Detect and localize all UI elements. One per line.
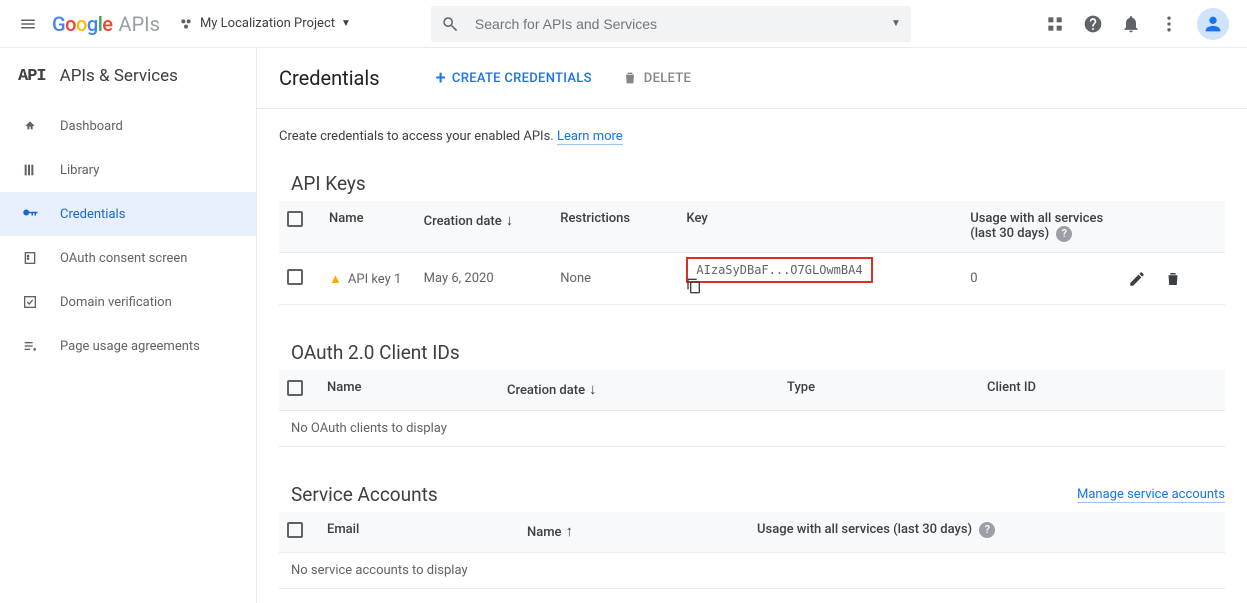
main: Credentials + CREATE CREDENTIALS DELETE … (257, 48, 1247, 603)
gift-icon[interactable] (1045, 14, 1065, 34)
cell-creation: May 6, 2020 (416, 253, 553, 305)
search-dropdown-icon[interactable]: ▼ (891, 18, 901, 29)
sidebar-item-agreements[interactable]: Page usage agreements (0, 324, 256, 368)
google-apis-logo: Google APIs (52, 12, 160, 36)
select-all-checkbox[interactable] (287, 211, 303, 227)
cell-restrictions: None (552, 253, 678, 305)
delete-button[interactable]: DELETE (622, 70, 691, 86)
search-input[interactable] (475, 16, 891, 32)
chevron-down-icon: ▼ (341, 18, 351, 29)
col-creation[interactable]: Creation date↓ (416, 201, 553, 253)
content: Create credentials to access your enable… (257, 109, 1247, 603)
help-circle-icon[interactable]: ? (979, 522, 995, 538)
api-key-value: AIzaSyDBaF...O7GLOwmBA4 (686, 257, 872, 283)
col-creation[interactable]: Creation date↓ (499, 370, 779, 411)
sidebar-item-dashboard[interactable]: Dashboard (0, 104, 256, 148)
avatar[interactable] (1197, 8, 1229, 40)
manage-service-accounts-link[interactable]: Manage service accounts (1077, 487, 1225, 503)
col-usage[interactable]: Usage with all services (last 30 days) ? (962, 201, 1120, 253)
page-title: Credentials (279, 66, 380, 90)
edit-icon[interactable] (1128, 270, 1146, 288)
sort-down-icon: ↓ (589, 380, 597, 398)
service-accounts-section: Service Accounts Manage service accounts… (279, 483, 1225, 589)
learn-more-link[interactable]: Learn more (557, 129, 623, 145)
cell-key: AIzaSyDBaF...O7GLOwmBA4 (678, 253, 962, 305)
col-name[interactable]: Name (321, 201, 416, 253)
more-vert-icon[interactable] (1159, 14, 1179, 34)
col-key[interactable]: Key (678, 201, 962, 253)
row-actions (1128, 270, 1217, 288)
service-accounts-title: Service Accounts (279, 483, 438, 506)
key-icon (20, 204, 40, 224)
sidebar-item-credentials[interactable]: Credentials (0, 192, 256, 236)
bell-icon[interactable] (1121, 14, 1141, 34)
trash-icon (622, 70, 638, 86)
cell-usage: 0 (962, 253, 1120, 305)
shell: API APIs & Services Dashboard Library Cr… (0, 48, 1247, 603)
top-bar: Google APIs My Localization Project ▼ ▼ (0, 0, 1247, 48)
sidebar-item-label: Library (60, 163, 99, 178)
consent-icon (20, 248, 40, 268)
help-circle-icon[interactable]: ? (1056, 226, 1072, 242)
project-icon (178, 16, 194, 32)
sidebar-item-consent[interactable]: OAuth consent screen (0, 236, 256, 280)
col-name[interactable]: Name (319, 370, 499, 411)
intro-prefix: Create credentials to access your enable… (279, 129, 557, 144)
apis-logo-text: APIs (119, 12, 160, 36)
col-clientid[interactable]: Client ID (979, 370, 1225, 411)
plus-icon: + (436, 68, 446, 89)
api-keys-section: API Keys Name Creation date↓ Restriction… (279, 172, 1225, 305)
sidebar-item-label: OAuth consent screen (60, 251, 187, 266)
sort-down-icon: ↓ (506, 211, 514, 229)
col-usage[interactable]: Usage with all services (last 30 days) ? (749, 512, 1225, 553)
sidebar-title: APIs & Services (60, 66, 178, 86)
google-logo-text: Google (52, 12, 113, 36)
hamburger-icon[interactable] (8, 4, 48, 44)
sidebar-item-library[interactable]: Library (0, 148, 256, 192)
table-row: ▲API key 1 May 6, 2020 None AIzaSyDBaF..… (279, 253, 1225, 305)
sort-up-icon: ↑ (566, 522, 574, 540)
create-credentials-button[interactable]: + CREATE CREDENTIALS (436, 68, 592, 89)
page-header: Credentials + CREATE CREDENTIALS DELETE (257, 48, 1247, 109)
oauth-section: OAuth 2.0 Client IDs Name Creation date↓… (279, 341, 1225, 447)
delete-row-icon[interactable] (1164, 270, 1182, 288)
search-icon (441, 15, 459, 33)
sidebar-item-label: Page usage agreements (60, 339, 200, 354)
service-accounts-table: Email Name↑ Usage with all services (las… (279, 512, 1225, 589)
sidebar-item-label: Credentials (60, 207, 125, 222)
sidebar-item-domain[interactable]: Domain verification (0, 280, 256, 324)
row-checkbox[interactable] (287, 269, 303, 285)
empty-row: No service accounts to display (279, 553, 1225, 589)
search-bar[interactable]: ▼ (431, 6, 911, 42)
oauth-table: Name Creation date↓ Type Client ID No OA… (279, 370, 1225, 447)
cell-name[interactable]: ▲API key 1 (321, 253, 416, 305)
project-name: My Localization Project (200, 16, 335, 31)
api-mono-icon: API (18, 67, 46, 86)
oauth-title: OAuth 2.0 Client IDs (279, 341, 460, 364)
help-icon[interactable] (1083, 14, 1103, 34)
lines-icon (20, 336, 40, 356)
select-all-checkbox[interactable] (287, 380, 303, 396)
api-keys-title: API Keys (279, 172, 366, 195)
sidebar: API APIs & Services Dashboard Library Cr… (0, 48, 257, 603)
col-email[interactable]: Email (319, 512, 519, 553)
sidebar-header: API APIs & Services (0, 48, 256, 104)
warning-icon: ▲ (329, 272, 342, 287)
sidebar-item-label: Domain verification (60, 295, 172, 310)
empty-row: No OAuth clients to display (279, 411, 1225, 447)
api-keys-table: Name Creation date↓ Restrictions Key Usa… (279, 201, 1225, 305)
col-type[interactable]: Type (779, 370, 979, 411)
project-selector[interactable]: My Localization Project ▼ (178, 16, 351, 32)
sidebar-item-label: Dashboard (60, 119, 123, 134)
select-all-checkbox[interactable] (287, 522, 303, 538)
col-name[interactable]: Name↑ (519, 512, 749, 553)
create-label: CREATE CREDENTIALS (452, 71, 592, 86)
delete-label: DELETE (644, 71, 691, 86)
col-restrictions[interactable]: Restrictions (552, 201, 678, 253)
top-right-icons (1045, 8, 1229, 40)
intro-text: Create credentials to access your enable… (279, 129, 1225, 144)
dashboard-icon (20, 116, 40, 136)
library-icon (20, 160, 40, 180)
check-square-icon (20, 292, 40, 312)
